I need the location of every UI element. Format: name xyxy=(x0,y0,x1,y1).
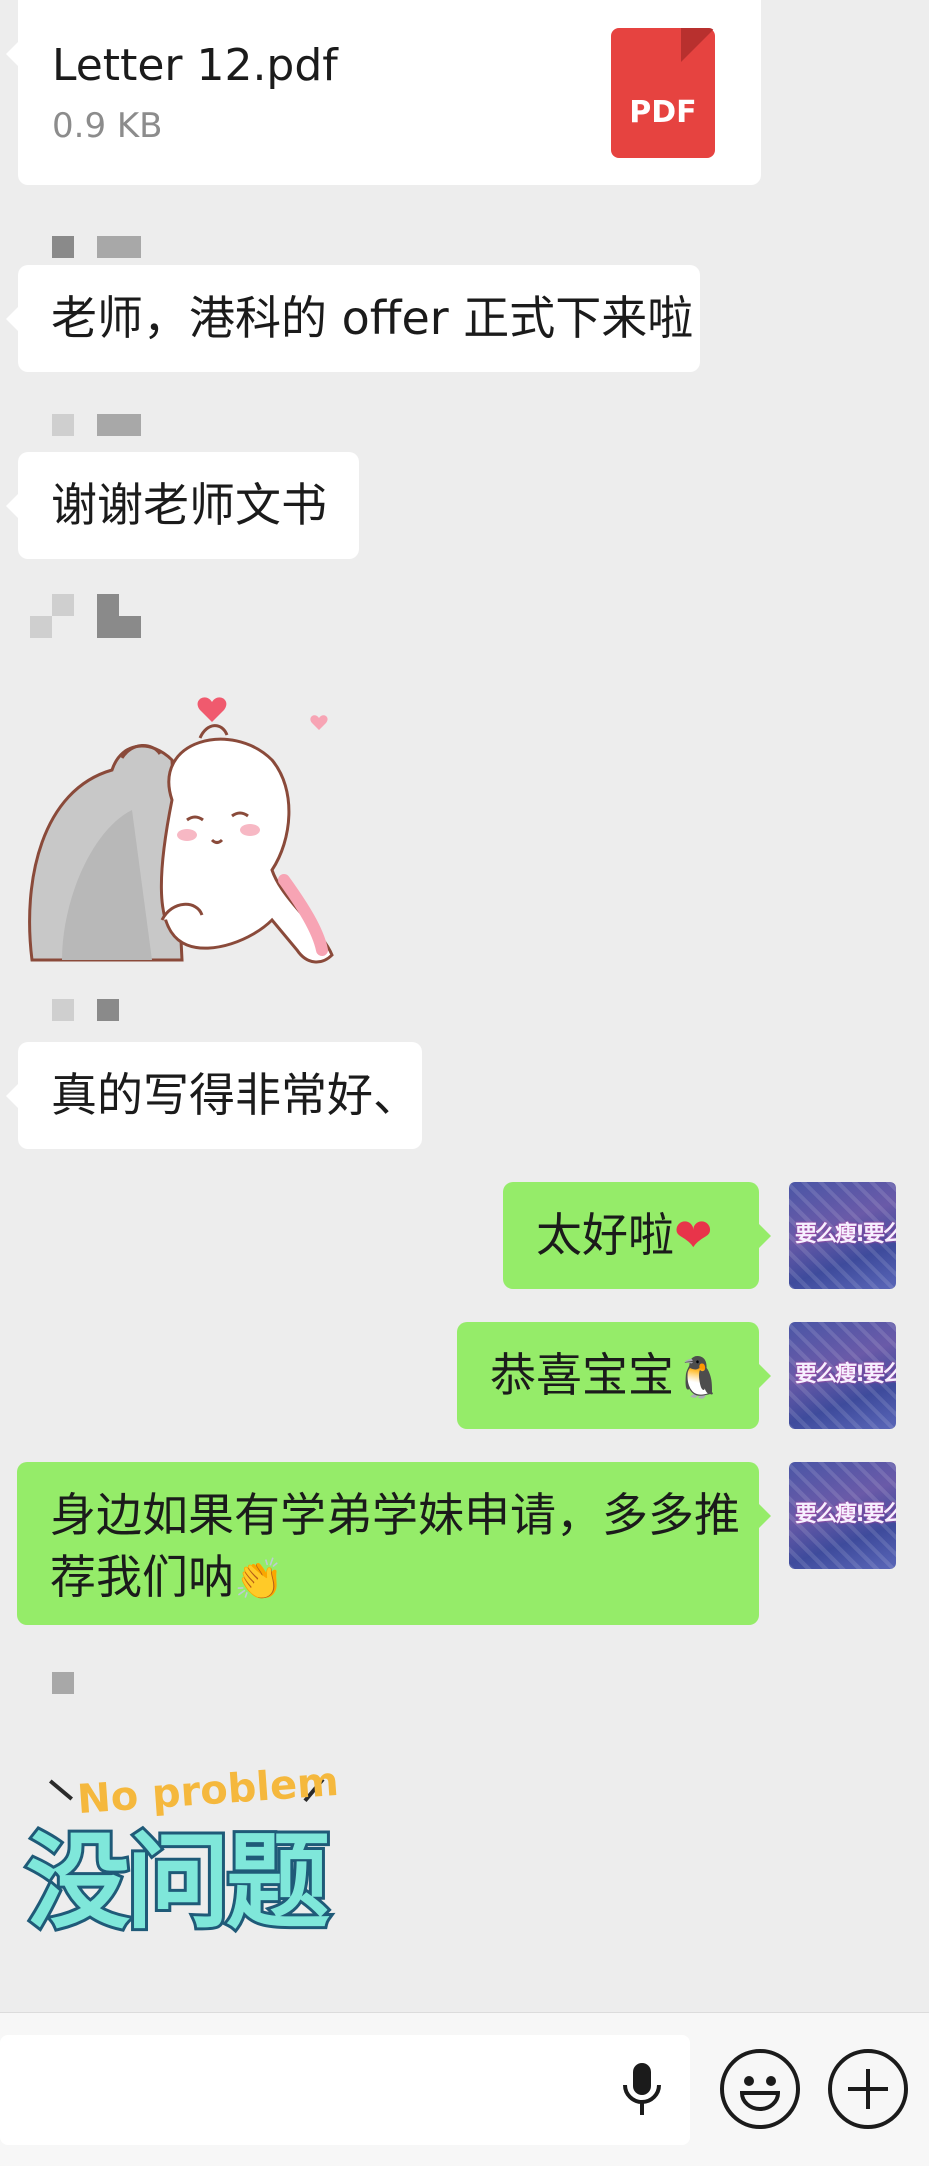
plus-button[interactable] xyxy=(828,2049,908,2129)
message-bubble-thanks[interactable]: 谢谢老师文书 xyxy=(6,452,359,559)
message-bubble-offer[interactable]: 老师，港科的 offer 正式下来啦 xyxy=(6,265,700,372)
clap-emoji-icon: 👏 xyxy=(234,1557,284,1603)
pdf-badge: PDF xyxy=(629,95,697,130)
message-text: 谢谢老师文书 xyxy=(51,478,327,532)
message-text: 恭喜宝宝 xyxy=(490,1348,674,1402)
message-text: 老师，港科的 offer 正式下来啦 xyxy=(51,291,694,345)
avatar-text: 要么瘦!要么死 xyxy=(795,1502,896,1527)
microphone-icon[interactable] xyxy=(620,2061,664,2117)
avatar[interactable]: 要么瘦!要么死 xyxy=(789,1322,896,1429)
penguin-emoji-icon: 🐧 xyxy=(674,1355,724,1401)
no-problem-sticker[interactable]: No problem 没问题 xyxy=(22,1758,342,1960)
avatar-text: 要么瘦!要么死 xyxy=(795,1362,896,1387)
rabbit-hug-sticker[interactable] xyxy=(22,680,342,965)
message-text: 太好啦 xyxy=(536,1208,674,1262)
heart-emoji-icon: ❤ xyxy=(674,1208,713,1262)
sticker-text-zh: 没问题 xyxy=(23,1819,333,1945)
input-bar xyxy=(0,2012,929,2166)
avatar[interactable]: 要么瘦!要么死 xyxy=(789,1182,896,1289)
sticker-dash-left xyxy=(48,1779,74,1801)
pdf-file-corner xyxy=(681,28,715,62)
message-text-line2: 荐我们呐 xyxy=(50,1550,234,1604)
avatar-text: 要么瘦!要么死 xyxy=(795,1222,896,1247)
file-size: 0.9 KB xyxy=(52,106,163,146)
sticker-text-en: No problem xyxy=(75,1758,341,1824)
pdf-file-icon: PDF xyxy=(611,28,715,158)
rabbit-sticker-icon xyxy=(28,697,334,964)
file-message-bubble[interactable]: Letter 12.pdf 0.9 KB PDF xyxy=(6,0,761,185)
message-text-line1: 身边如果有学弟学妹申请，多多推 xyxy=(50,1488,740,1542)
avatar[interactable]: 要么瘦!要么死 xyxy=(789,1462,896,1569)
file-name: Letter 12.pdf xyxy=(52,40,338,91)
emoji-button[interactable] xyxy=(720,2049,800,2129)
smiley-icon xyxy=(739,2076,781,2111)
plus-icon xyxy=(848,2069,888,2109)
message-bubble-congrats[interactable]: 恭喜宝宝🐧 xyxy=(457,1322,771,1429)
message-text: 真的写得非常好、 xyxy=(51,1068,419,1122)
message-bubble-great[interactable]: 太好啦❤ xyxy=(503,1182,771,1289)
message-bubble-praise[interactable]: 真的写得非常好、 xyxy=(6,1042,422,1149)
message-input[interactable] xyxy=(0,2035,690,2145)
message-bubble-referral[interactable]: 身边如果有学弟学妹申请，多多推 荐我们呐👏 xyxy=(17,1462,771,1625)
